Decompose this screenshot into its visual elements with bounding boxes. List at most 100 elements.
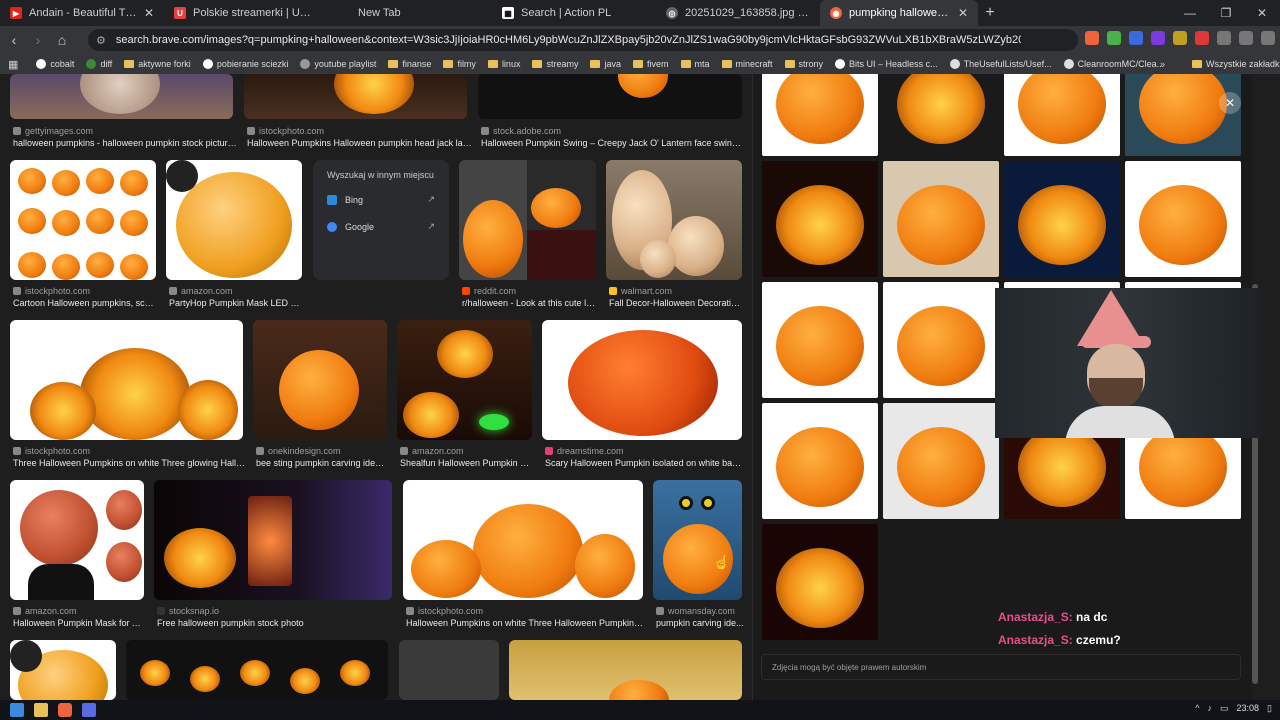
related-image[interactable]: [883, 282, 999, 398]
result-source[interactable]: womansday.com: [656, 606, 735, 616]
result-image[interactable]: [126, 640, 388, 700]
related-image[interactable]: [762, 524, 878, 640]
related-image[interactable]: [883, 161, 999, 277]
result-image[interactable]: [10, 480, 144, 600]
result-image[interactable]: [403, 480, 643, 600]
related-image[interactable]: [1125, 74, 1241, 156]
app-taskbar-icon[interactable]: [82, 703, 96, 717]
result-image[interactable]: [542, 320, 742, 440]
search-bing-link[interactable]: Bing ↗: [327, 194, 435, 205]
result-image[interactable]: [166, 160, 302, 280]
close-window-icon[interactable]: ✕: [1244, 0, 1280, 26]
result-image[interactable]: [244, 74, 467, 119]
brave-taskbar-icon[interactable]: [58, 703, 72, 717]
extension-icon[interactable]: [1151, 31, 1165, 45]
extension-icon[interactable]: [1129, 31, 1143, 45]
bookmark-item[interactable]: finanse: [388, 59, 431, 69]
result-caption[interactable]: Halloween Pumpkins on white Three Hallow…: [406, 618, 645, 628]
result-image[interactable]: [399, 640, 499, 700]
result-source[interactable]: istockphoto.com: [247, 126, 324, 136]
related-image[interactable]: [762, 161, 878, 277]
puzzle-icon[interactable]: [1217, 31, 1231, 45]
maximize-icon[interactable]: ❐: [1208, 0, 1244, 26]
result-image[interactable]: [606, 160, 742, 280]
search-google-link[interactable]: Google ↗: [327, 221, 435, 232]
brave-shields-icon[interactable]: [1085, 31, 1099, 45]
result-caption[interactable]: PartyHop Pumpkin Mask LED Lig...: [169, 298, 304, 308]
result-caption[interactable]: pumpkin carving ide...: [656, 618, 744, 628]
result-image[interactable]: [10, 160, 156, 280]
network-icon[interactable]: ▭: [1220, 703, 1229, 714]
bookmark-all[interactable]: Wszystkie zakładki: [1192, 59, 1280, 69]
result-caption[interactable]: Shealfun Halloween Pumpkin De...: [400, 458, 534, 468]
bookmark-item[interactable]: cobalt: [36, 59, 74, 69]
related-image[interactable]: [762, 403, 878, 519]
result-source[interactable]: stocksnap.io: [157, 606, 219, 616]
tab-new-tab[interactable]: New Tab: [328, 0, 492, 26]
extension-icon[interactable]: [1195, 31, 1209, 45]
related-image[interactable]: [883, 74, 999, 156]
bookmark-item[interactable]: aktywne forki: [124, 59, 191, 69]
result-source[interactable]: istockphoto.com: [13, 286, 90, 296]
result-source[interactable]: dreamstime.com: [545, 446, 624, 456]
bookmark-item[interactable]: filmy: [443, 59, 476, 69]
url-text[interactable]: search.brave.com/images?q=pumpking+hallo…: [116, 34, 1021, 46]
site-settings-icon[interactable]: ⚙: [96, 34, 106, 47]
result-caption[interactable]: r/halloween - Look at this cute litt...: [462, 298, 597, 308]
bookmark-item[interactable]: mta: [680, 59, 710, 69]
bookmark-item[interactable]: Bits UI – Headless c...: [835, 59, 938, 69]
result-source[interactable]: onekindesign.com: [256, 446, 341, 456]
bookmark-item[interactable]: TheUsefulLists/Usef...: [949, 59, 1052, 69]
result-source[interactable]: walmart.com: [609, 286, 672, 296]
tab-brave-search[interactable]: ◉pumpking halloween - Brave Sea✕: [820, 0, 978, 26]
result-caption[interactable]: halloween pumpkins - halloween pumpkin s…: [13, 138, 238, 148]
result-caption[interactable]: Cartoon Halloween pumpkins, scar...: [13, 298, 158, 308]
related-image[interactable]: [1125, 161, 1241, 277]
minimize-icon[interactable]: —: [1172, 0, 1208, 26]
bookmark-item[interactable]: fivem: [632, 59, 669, 69]
result-source[interactable]: stock.adobe.com: [481, 126, 561, 136]
address-bar[interactable]: ⚙ search.brave.com/images?q=pumpking+hal…: [88, 29, 1078, 51]
related-image[interactable]: [762, 282, 878, 398]
bookmark-item[interactable]: strony: [784, 59, 823, 69]
related-image[interactable]: [1004, 161, 1120, 277]
result-caption[interactable]: bee sting pumpkin carving idea ...: [256, 458, 389, 468]
volume-icon[interactable]: ♪: [1208, 703, 1213, 714]
wallet-icon[interactable]: [1261, 31, 1275, 45]
notifications-icon[interactable]: ▯: [1267, 703, 1272, 714]
back-icon[interactable]: ‹: [4, 32, 24, 48]
clock[interactable]: 23:08: [1237, 703, 1260, 714]
result-source[interactable]: amazon.com: [400, 446, 464, 456]
related-image[interactable]: [883, 403, 999, 519]
related-image[interactable]: [1004, 74, 1120, 156]
result-caption[interactable]: Fall Decor-Halloween Decoration...: [609, 298, 744, 308]
bookmark-item[interactable]: java: [590, 59, 621, 69]
bookmark-item[interactable]: linux: [487, 59, 520, 69]
bookmark-item[interactable]: diff: [86, 59, 112, 69]
apps-icon[interactable]: ▦: [8, 58, 18, 71]
result-caption[interactable]: Halloween Pumpkin Mask for Ad...: [13, 618, 146, 628]
result-source[interactable]: istockphoto.com: [406, 606, 483, 616]
result-image[interactable]: [397, 320, 532, 440]
related-image[interactable]: [762, 74, 878, 156]
result-image[interactable]: [478, 74, 742, 119]
bookmark-item[interactable]: streamy: [532, 59, 578, 69]
result-caption[interactable]: Halloween Pumpkins Halloween pumpkin hea…: [247, 138, 472, 148]
more-bookmarks-icon[interactable]: »: [1160, 59, 1165, 69]
file-explorer-icon[interactable]: [34, 703, 48, 717]
tab-image[interactable]: ◎20251029_163858.jpg (733×977): [656, 0, 820, 26]
windows-start-icon[interactable]: [10, 703, 24, 717]
result-source[interactable]: istockphoto.com: [13, 446, 90, 456]
result-source[interactable]: amazon.com: [169, 286, 233, 296]
result-caption[interactable]: Three Halloween Pumpkins on white Three …: [13, 458, 245, 468]
bookmark-item[interactable]: CleanroomMC/Clea...: [1063, 59, 1164, 69]
tab-andain[interactable]: ▶Andain - Beautiful Things (SileZ E✕: [0, 0, 164, 26]
forward-icon[interactable]: ›: [28, 32, 48, 48]
result-caption[interactable]: Halloween Pumpkin Swing – Creepy Jack O'…: [481, 138, 743, 148]
bookmark-item[interactable]: minecraft: [721, 59, 773, 69]
result-source[interactable]: amazon.com: [13, 606, 77, 616]
extension-icon[interactable]: [1173, 31, 1187, 45]
result-source[interactable]: gettyimages.com: [13, 126, 93, 136]
result-image[interactable]: [10, 320, 243, 440]
result-image[interactable]: [10, 74, 233, 119]
